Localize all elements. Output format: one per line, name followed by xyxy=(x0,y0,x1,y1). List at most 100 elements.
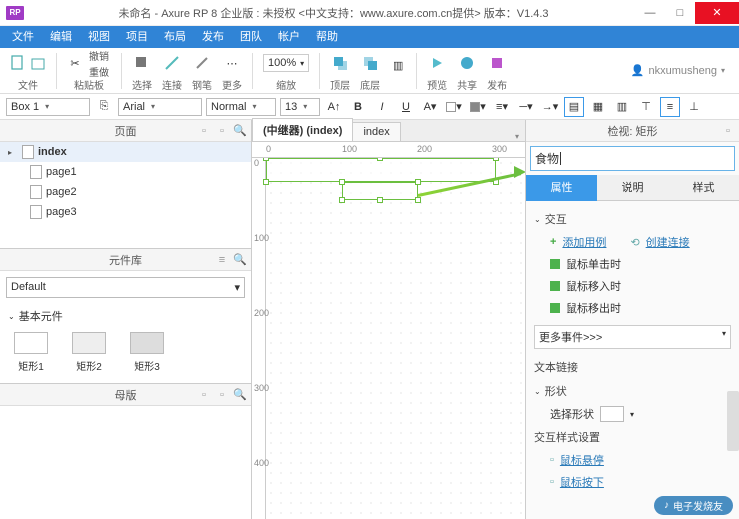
event-click[interactable]: 鼠标单击时 xyxy=(534,253,731,275)
align-center-button[interactable]: ▦ xyxy=(588,97,608,117)
tab-menu-icon[interactable]: ▾ xyxy=(509,132,525,141)
page-row[interactable]: page1 xyxy=(0,162,251,182)
select-tool-icon[interactable] xyxy=(134,55,150,71)
section-textlink[interactable]: 文本链接 xyxy=(534,355,731,379)
widget-name-input[interactable]: 食物 xyxy=(530,146,735,171)
event-mouseleave[interactable]: 鼠标移出时 xyxy=(534,297,731,319)
annotation-arrow-head xyxy=(514,166,525,178)
add-folder-icon[interactable]: ▫ xyxy=(215,388,229,402)
ix-hover-link[interactable]: 鼠标悬停 xyxy=(560,452,604,468)
publish-icon[interactable] xyxy=(489,55,505,71)
ruler-icon[interactable]: ▥ xyxy=(390,57,406,73)
align-right-button[interactable]: ▥ xyxy=(612,97,632,117)
close-button[interactable]: ✕ xyxy=(695,2,739,24)
inspector-header: 检视: 矩形 ▫ xyxy=(526,120,739,142)
page-row[interactable]: page2 xyxy=(0,182,251,202)
event-icon xyxy=(550,259,560,269)
format-toolbar: Box 1▾ ⎘ Arial▾ Normal▾ 13▾ A↑ B I U A▾ … xyxy=(0,94,739,120)
pen-label: 钢笔 xyxy=(192,77,212,92)
search-icon[interactable]: 🔍 xyxy=(233,253,247,267)
page-icon xyxy=(30,165,42,179)
preview-icon[interactable] xyxy=(429,55,445,71)
lib-shape-rect1[interactable]: 矩形1 xyxy=(14,332,48,373)
pages-tree[interactable]: ▸index page1 page2 page3 xyxy=(0,142,251,248)
lib-shape-rect3[interactable]: 矩形3 xyxy=(130,332,164,373)
menu-edit[interactable]: 编辑 xyxy=(42,26,80,48)
search-icon[interactable]: 🔍 xyxy=(233,124,247,138)
section-shape[interactable]: ⌄形状 xyxy=(534,379,731,403)
tab-properties[interactable]: 属性 xyxy=(526,175,597,201)
ix-down-link[interactable]: 鼠标按下 xyxy=(560,474,604,490)
top-label: 顶层 xyxy=(330,77,350,92)
tab-style[interactable]: 样式 xyxy=(668,175,739,201)
selected-widget[interactable] xyxy=(266,158,496,182)
italic-button[interactable]: I xyxy=(372,97,392,117)
menu-help[interactable]: 帮助 xyxy=(308,26,346,48)
library-set-combo[interactable]: Default▾ xyxy=(6,277,245,298)
underline-button[interactable]: U xyxy=(396,97,416,117)
menu-view[interactable]: 视图 xyxy=(80,26,118,48)
undo-button[interactable]: 撤销 xyxy=(87,48,111,63)
line-width-button[interactable]: ≡▾ xyxy=(492,97,512,117)
widget-name-combo[interactable]: Box 1▾ xyxy=(6,98,90,116)
lib-menu-icon[interactable]: ≡ xyxy=(215,253,229,267)
fill-color-button[interactable]: ▾ xyxy=(444,97,464,117)
border-color-button[interactable]: ▾ xyxy=(468,97,488,117)
menu-publish[interactable]: 发布 xyxy=(194,26,232,48)
page-icon[interactable]: ▫ xyxy=(721,124,735,138)
valign-bottom-button[interactable]: ⊥ xyxy=(684,97,704,117)
library-panel-header: 元件库 ≡🔍 xyxy=(0,249,251,271)
design-canvas[interactable]: 0 100 200 300 400 xyxy=(252,158,525,519)
font-combo[interactable]: Arial▾ xyxy=(118,98,202,116)
valign-mid-button[interactable]: ≡ xyxy=(660,97,680,117)
page-row-index[interactable]: ▸index xyxy=(0,142,251,162)
add-page-icon[interactable]: ▫ xyxy=(197,124,211,138)
search-icon[interactable]: 🔍 xyxy=(233,388,247,402)
copy-icon[interactable]: ⎘ xyxy=(94,97,114,117)
minimize-button[interactable]: — xyxy=(635,2,665,24)
add-master-icon[interactable]: ▫ xyxy=(197,388,211,402)
line-style-button[interactable]: ─▾ xyxy=(516,97,536,117)
align-left-button[interactable]: ▤ xyxy=(564,97,584,117)
menu-project[interactable]: 项目 xyxy=(118,26,156,48)
new-file-icon[interactable] xyxy=(10,55,26,71)
menu-file[interactable]: 文件 xyxy=(4,26,42,48)
bring-front-icon[interactable] xyxy=(332,55,348,71)
send-back-icon[interactable] xyxy=(362,55,378,71)
zoom-combo[interactable]: 100%▾ xyxy=(263,54,309,72)
arrow-style-button[interactable]: →▾ xyxy=(540,97,560,117)
maximize-button[interactable]: □ xyxy=(665,2,695,24)
menu-account[interactable]: 帐户 xyxy=(270,26,308,48)
page-row[interactable]: page3 xyxy=(0,202,251,222)
user-menu[interactable]: 👤 nkxumusheng ▾ xyxy=(631,64,733,77)
open-file-icon[interactable] xyxy=(30,55,46,71)
bold-button[interactable]: B xyxy=(348,97,368,117)
connect-tool-icon[interactable] xyxy=(164,55,180,71)
font-size-combo[interactable]: 13▾ xyxy=(280,98,320,116)
font-color-button[interactable]: A▾ xyxy=(420,97,440,117)
add-folder-icon[interactable]: ▫ xyxy=(215,124,229,138)
event-mouseenter[interactable]: 鼠标移入时 xyxy=(534,275,731,297)
select-shape-row[interactable]: 选择形状▾ xyxy=(534,403,731,425)
menu-team[interactable]: 团队 xyxy=(232,26,270,48)
more-events-combo[interactable]: 更多事件>>>▾ xyxy=(534,325,731,349)
user-name: nkxumusheng xyxy=(648,65,717,77)
canvas-tab[interactable]: index xyxy=(352,122,400,141)
font-increase-icon[interactable]: A↑ xyxy=(324,97,344,117)
inspector-scrollbar[interactable] xyxy=(727,391,739,451)
add-case-link[interactable]: 添加用例 xyxy=(562,234,606,250)
canvas-tab-active[interactable]: (中继器) (index) xyxy=(252,118,353,141)
section-interactions[interactable]: ⌄交互 xyxy=(534,207,731,231)
tab-notes[interactable]: 说明 xyxy=(597,175,668,201)
lib-shape-rect2[interactable]: 矩形2 xyxy=(72,332,106,373)
valign-top-button[interactable]: ⊤ xyxy=(636,97,656,117)
window-title: 未命名 - Axure RP 8 企业版 : 未授权 <中文支持：www.axu… xyxy=(32,5,635,21)
more-tools-icon[interactable]: ⋯ xyxy=(224,55,240,71)
share-icon[interactable] xyxy=(459,55,475,71)
library-section[interactable]: ⌄基本元件 xyxy=(6,304,245,328)
font-weight-combo[interactable]: Normal▾ xyxy=(206,98,276,116)
pen-tool-icon[interactable] xyxy=(194,55,210,71)
cut-icon[interactable]: ✂ xyxy=(67,55,83,71)
menu-layout[interactable]: 布局 xyxy=(156,26,194,48)
create-link-link[interactable]: 创建连接 xyxy=(646,234,690,250)
